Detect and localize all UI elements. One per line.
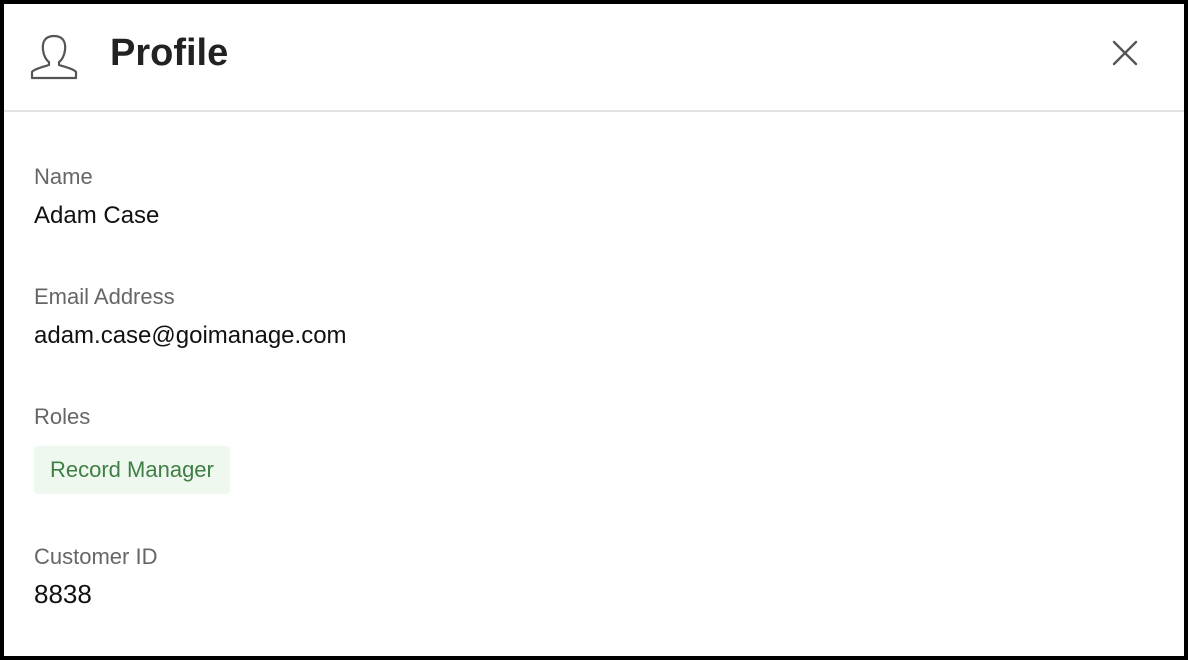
name-label: Name [34,164,93,189]
email-label: Email Address [34,284,175,309]
profile-panel: Profile Name Adam Case Email Address ada… [4,4,1184,656]
customer-id-value: 8838 [34,579,92,609]
page-title: Profile [110,32,229,74]
customer-id-label: Customer ID [34,544,158,569]
email-value: adam.case@goimanage.com [34,322,347,349]
roles-label: Roles [34,404,91,429]
close-icon[interactable] [1110,38,1140,68]
profile-header: Profile [4,4,1184,112]
role-badge: Record Manager [34,446,230,494]
name-value: Adam Case [34,202,160,229]
user-profile-icon [28,32,80,80]
